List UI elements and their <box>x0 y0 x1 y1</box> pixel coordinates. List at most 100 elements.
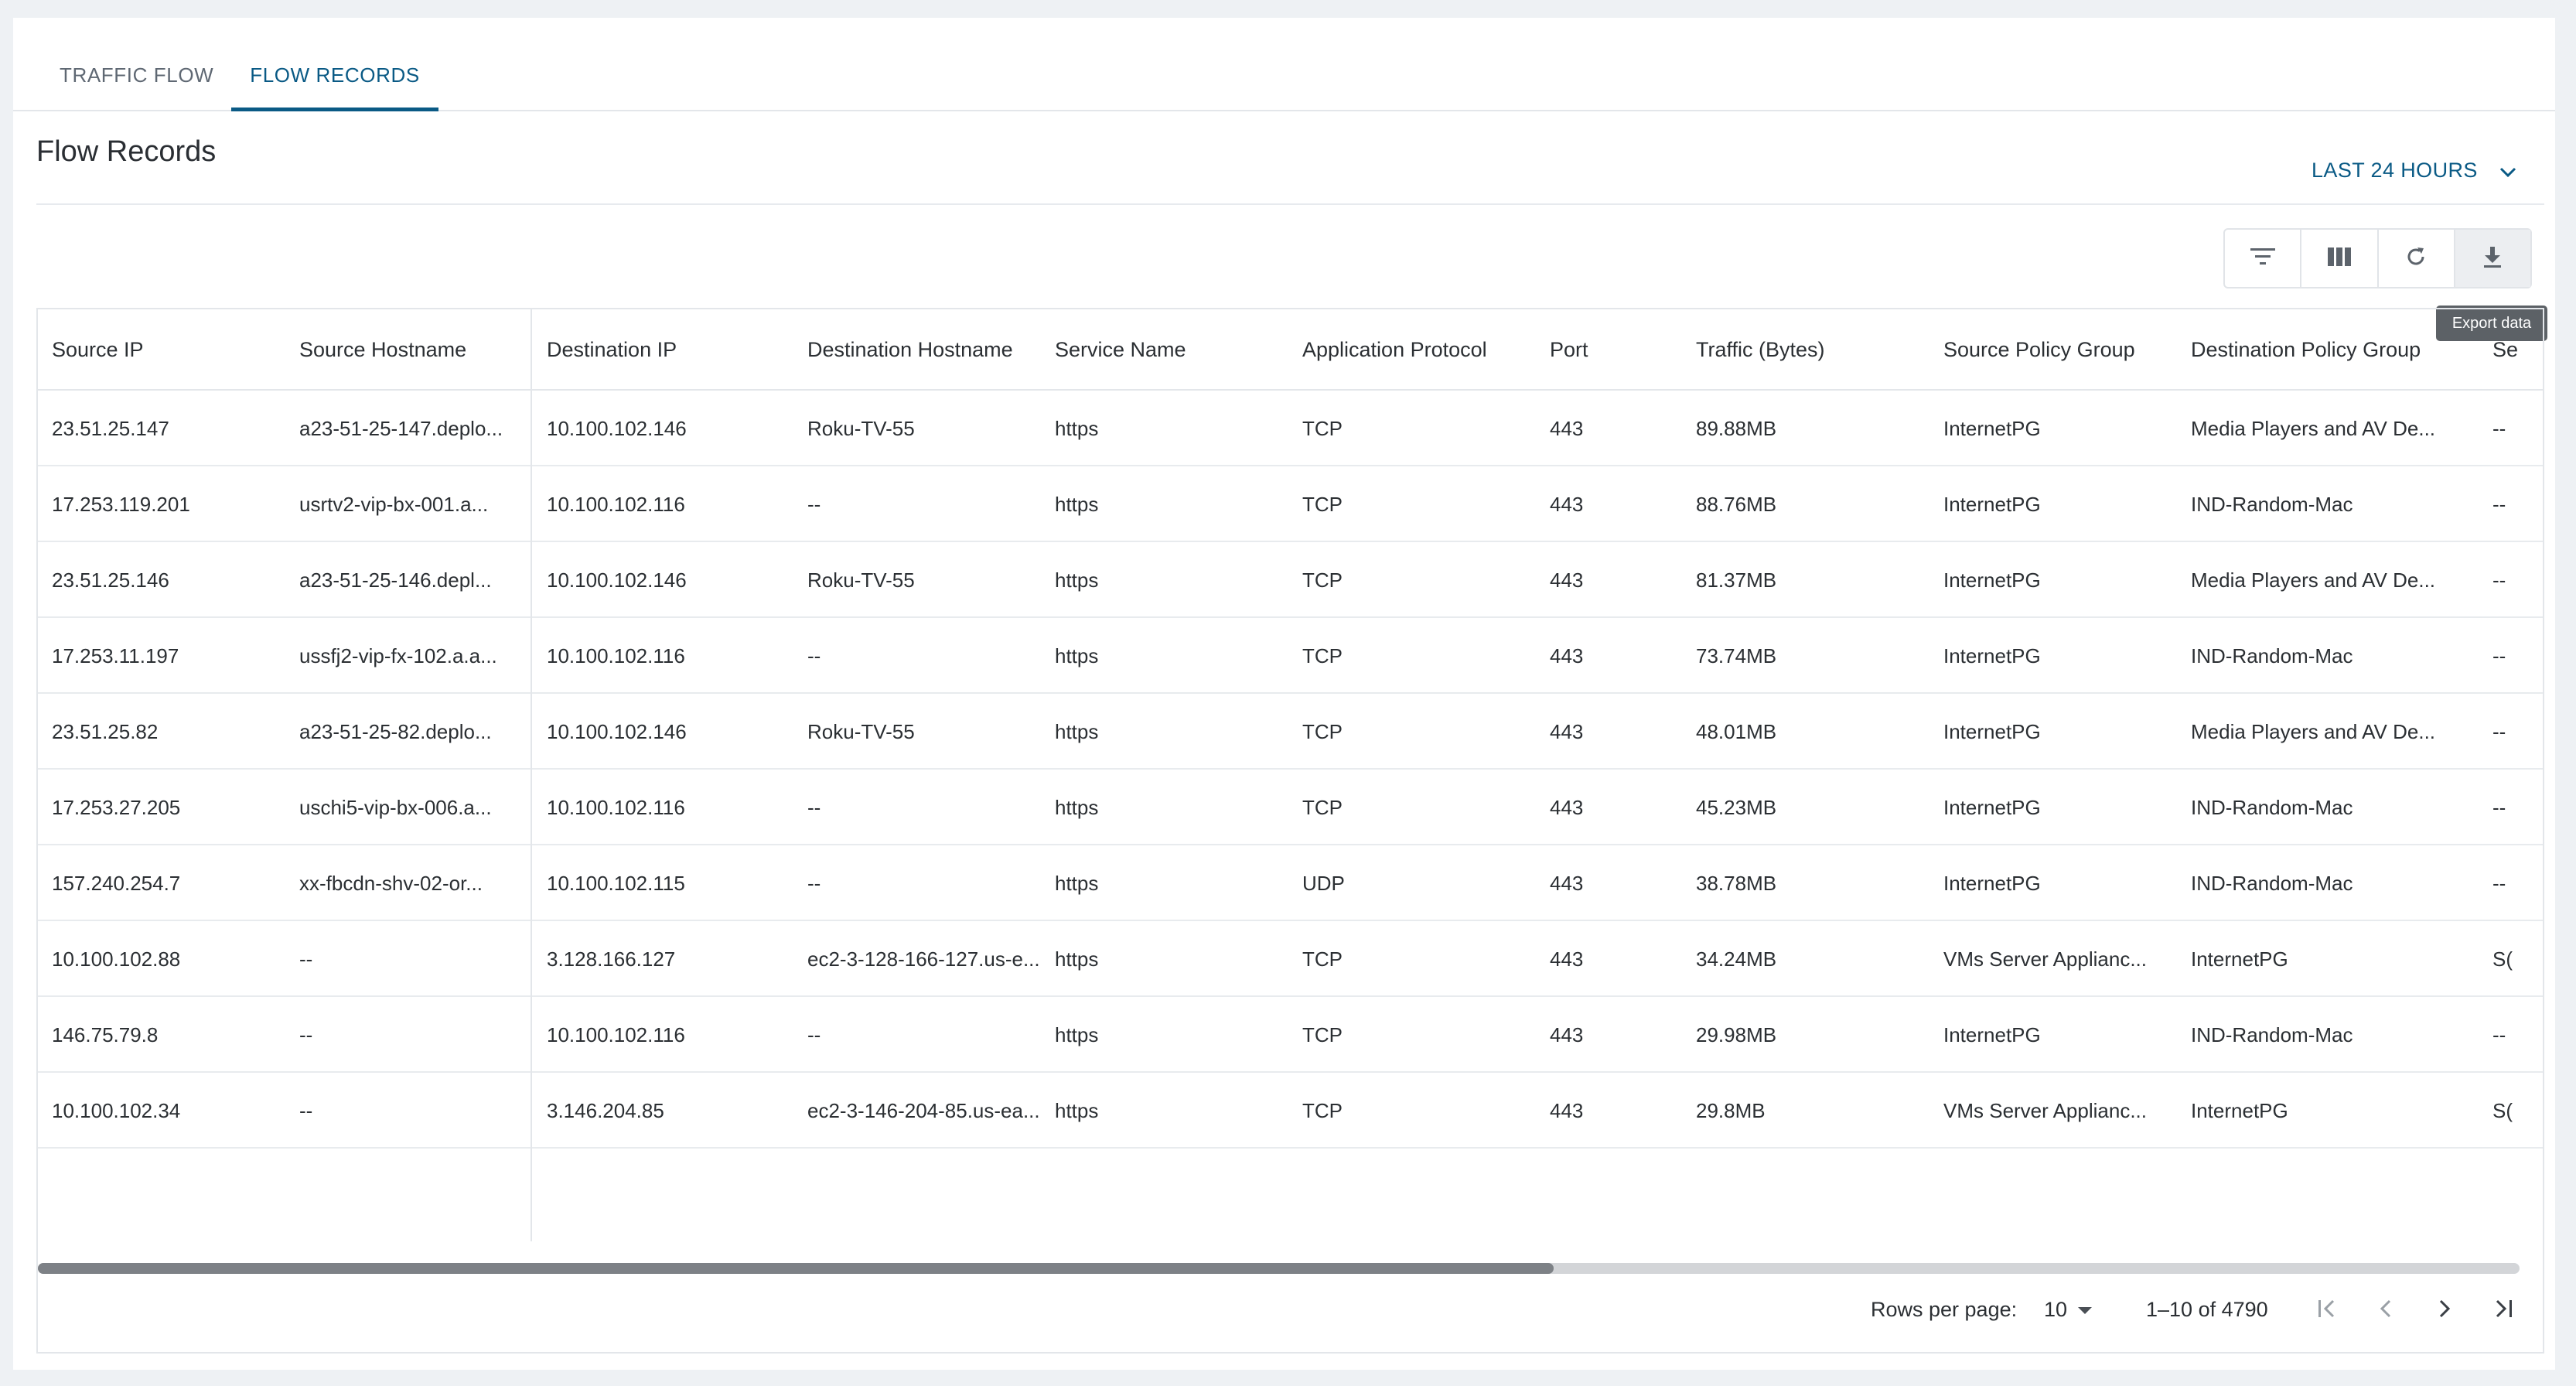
column-header-port[interactable]: Port <box>1550 309 1681 391</box>
table-row[interactable]: 146.75.79.8 -- 10.100.102.116 -- https TCP 443… <box>38 997 2543 1073</box>
cell-source-policy-group: InternetPG <box>1943 1023 2041 1046</box>
table-row[interactable]: 17.253.27.205 uschi5-vip-bx-006.a... 10.10… <box>38 770 2543 845</box>
column-header-destination-ip[interactable]: Destination IP <box>547 309 794 391</box>
column-header-traffic-bytes[interactable]: Traffic (Bytes) <box>1696 309 1928 391</box>
table-row[interactable]: 157.240.254.7 xx-fbcdn-shv-02-or... 10.100… <box>38 845 2543 921</box>
cell-source-policy-group: InternetPG <box>1943 493 2041 516</box>
cell-destination-ip: 3.146.204.85 <box>547 1099 664 1122</box>
cell-service-name: https <box>1055 493 1099 516</box>
previous-page-button[interactable] <box>2364 1289 2407 1332</box>
tab-flow-records[interactable]: FLOW RECORDS <box>231 18 438 111</box>
scrollbar-thumb[interactable] <box>38 1263 1554 1274</box>
cell-se: -- <box>2492 568 2506 592</box>
column-header-destination-hostname[interactable]: Destination Hostname <box>807 309 1070 391</box>
table-row[interactable]: 23.51.25.82 a23-51-25-82.deplo... 10.100.1… <box>38 694 2543 770</box>
time-range-label: LAST 24 HOURS <box>2312 159 2478 182</box>
columns-icon <box>2327 247 2351 270</box>
flow-records-card: TRAFFIC FLOW FLOW RECORDS Flow Records L… <box>13 18 2555 1370</box>
cell-port: 443 <box>1550 417 1584 440</box>
cell-se: S( <box>2492 947 2513 971</box>
first-page-button[interactable] <box>2305 1289 2349 1332</box>
columns-button[interactable] <box>2301 230 2379 287</box>
cell-traffic-bytes: 88.76MB <box>1696 493 1777 516</box>
cell-source-hostname: -- <box>299 947 313 971</box>
table-row[interactable]: 23.51.25.146 a23-51-25-146.depl... 10.100.… <box>38 542 2543 618</box>
column-header-destination-policy-group[interactable]: Destination Policy Group <box>2191 309 2469 391</box>
cell-source-ip: 10.100.102.34 <box>52 1099 181 1122</box>
tab-traffic-flow[interactable]: TRAFFIC FLOW <box>60 18 245 111</box>
cell-destination-policy-group: IND-Random-Mac <box>2191 493 2353 516</box>
cell-port: 443 <box>1550 1023 1584 1046</box>
cell-destination-ip: 10.100.102.146 <box>547 417 687 440</box>
cell-traffic-bytes: 81.37MB <box>1696 568 1777 592</box>
download-icon <box>2482 245 2503 272</box>
last-page-button[interactable] <box>2482 1289 2525 1332</box>
cell-source-hostname: ussfj2-vip-fx-102.a.a... <box>299 644 497 667</box>
cell-destination-policy-group: Media Players and AV De... <box>2191 417 2436 440</box>
table-row[interactable]: 17.253.119.201 usrtv2-vip-bx-001.a... 10.1… <box>38 466 2543 542</box>
table-row[interactable]: 10.100.102.88 -- 3.128.166.127 ec2-3-128-16… <box>38 921 2543 997</box>
table-row[interactable]: 10.100.102.34 -- 3.146.204.85 ec2-3-146-204… <box>38 1073 2543 1149</box>
cell-port: 443 <box>1550 947 1584 971</box>
cell-traffic-bytes: 38.78MB <box>1696 872 1777 895</box>
cell-traffic-bytes: 73.74MB <box>1696 644 1777 667</box>
cell-source-hostname: -- <box>299 1023 313 1046</box>
cell-traffic-bytes: 45.23MB <box>1696 796 1777 819</box>
cell-application-protocol: TCP <box>1302 644 1343 667</box>
cell-application-protocol: TCP <box>1302 1023 1343 1046</box>
filter-button[interactable] <box>2225 230 2302 287</box>
export-data-button[interactable] <box>2455 230 2530 287</box>
cell-source-ip: 23.51.25.82 <box>52 720 159 743</box>
chevron-down-icon <box>2499 159 2516 183</box>
cell-se: -- <box>2492 644 2506 667</box>
cell-destination-hostname: -- <box>807 493 821 516</box>
cell-source-hostname: usrtv2-vip-bx-001.a... <box>299 493 489 516</box>
pinned-column-divider <box>531 309 532 1241</box>
table-row[interactable]: 17.253.11.197 ussfj2-vip-fx-102.a.a... 10.… <box>38 618 2543 694</box>
cell-destination-policy-group: InternetPG <box>2191 947 2288 971</box>
cell-source-ip: 17.253.119.201 <box>52 493 190 516</box>
column-header-se[interactable]: Se <box>2492 309 2539 391</box>
cell-destination-hostname: -- <box>807 796 821 819</box>
cell-port: 443 <box>1550 644 1584 667</box>
rows-per-page-select[interactable]: 10 <box>2044 1298 2093 1322</box>
refresh-button[interactable] <box>2379 230 2455 287</box>
cell-source-policy-group: InternetPG <box>1943 644 2041 667</box>
table-row[interactable]: 23.51.25.147 a23-51-25-147.deplo... 10.100… <box>38 391 2543 466</box>
cell-destination-ip: 10.100.102.116 <box>547 1023 685 1046</box>
time-range-dropdown[interactable]: LAST 24 HOURS <box>2312 159 2516 183</box>
cell-traffic-bytes: 48.01MB <box>1696 720 1777 743</box>
cell-source-hostname: xx-fbcdn-shv-02-or... <box>299 872 483 895</box>
cell-destination-ip: 10.100.102.146 <box>547 568 687 592</box>
cell-source-policy-group: InternetPG <box>1943 720 2041 743</box>
cell-service-name: https <box>1055 872 1099 895</box>
horizontal-scrollbar[interactable] <box>38 1263 2520 1274</box>
cell-port: 443 <box>1550 493 1584 516</box>
cell-source-hostname: uschi5-vip-bx-006.a... <box>299 796 492 819</box>
cell-service-name: https <box>1055 417 1099 440</box>
cell-destination-ip: 10.100.102.115 <box>547 872 685 895</box>
column-header-application-protocol[interactable]: Application Protocol <box>1302 309 1534 391</box>
first-page-icon <box>2316 1299 2338 1323</box>
column-header-service-name[interactable]: Service Name <box>1055 309 1287 391</box>
header-divider <box>36 203 2544 205</box>
cell-destination-ip: 10.100.102.116 <box>547 493 685 516</box>
column-header-source-policy-group[interactable]: Source Policy Group <box>1943 309 2175 391</box>
cell-port: 443 <box>1550 872 1584 895</box>
next-page-button[interactable] <box>2423 1289 2466 1332</box>
cell-service-name: https <box>1055 720 1099 743</box>
table-toolbar <box>2223 228 2532 288</box>
column-header-source-hostname[interactable]: Source Hostname <box>299 309 528 391</box>
rows-per-page-value: 10 <box>2044 1298 2068 1321</box>
cell-source-hostname: a23-51-25-147.deplo... <box>299 417 503 440</box>
cell-se: -- <box>2492 417 2506 440</box>
cell-destination-policy-group: InternetPG <box>2191 1099 2288 1122</box>
cell-application-protocol: TCP <box>1302 720 1343 743</box>
cell-source-policy-group: VMs Server Applianc... <box>1943 947 2147 971</box>
cell-traffic-bytes: 89.88MB <box>1696 417 1777 440</box>
cell-destination-hostname: ec2-3-128-166-127.us-e... <box>807 947 1040 971</box>
cell-source-ip: 146.75.79.8 <box>52 1023 159 1046</box>
cell-se: -- <box>2492 720 2506 743</box>
column-header-source-ip[interactable]: Source IP <box>52 309 284 391</box>
cell-application-protocol: TCP <box>1302 493 1343 516</box>
